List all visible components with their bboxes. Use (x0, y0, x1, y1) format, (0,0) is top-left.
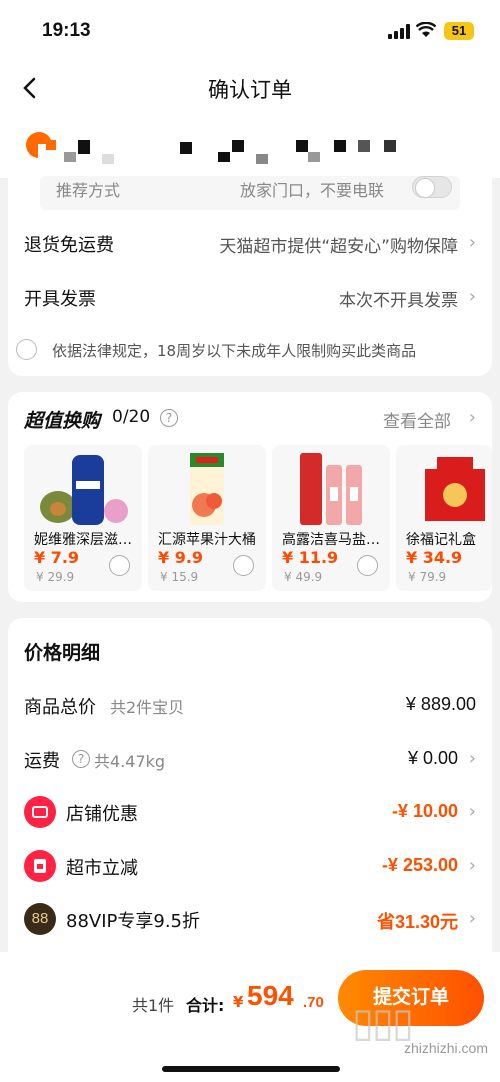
deal-item-price: ¥ 34.9 (406, 548, 463, 567)
status-bar: 19:13 51 (0, 0, 500, 60)
shipping-weight: 共4.47kg (94, 752, 166, 771)
home-indicator[interactable] (162, 1066, 340, 1072)
page-title: 确认订单 (208, 78, 292, 102)
deal-item[interactable]: 汇源苹果汁大桶 ¥ 9.9 ¥ 15.9 (148, 445, 266, 591)
deal-item-name: 汇源苹果汁大桶 (158, 532, 256, 548)
returns-label: 退货免运费 (24, 235, 114, 256)
market-discount-label: 超市立减 (66, 858, 138, 879)
pixel-block (180, 142, 192, 154)
deal-item-price: ¥ 11.9 (282, 548, 339, 567)
pixel-block (64, 152, 76, 162)
pixel-block (358, 140, 370, 152)
chevron-right-icon[interactable]: › (469, 855, 476, 876)
pixel-block (102, 154, 114, 164)
deal-item-original-price: ¥ 49.9 (284, 570, 323, 584)
pixel-block (334, 140, 346, 152)
store-discount-label: 店铺优惠 (66, 804, 138, 825)
deals-count: 0/20 (112, 407, 151, 427)
vip-saving-value[interactable]: 省31.30元 (377, 908, 458, 934)
deal-item-price: ¥ 9.9 (158, 548, 204, 567)
deals-title: 超值换购 (24, 410, 101, 432)
market-discount-value[interactable]: -¥ 253.00 (382, 855, 458, 876)
deal-item-name: 高露洁喜马盐牙膏 (282, 532, 390, 548)
goods-total-value: ¥ 889.00 (405, 694, 476, 714)
help-icon[interactable]: ? (72, 750, 90, 768)
pixel-block (296, 140, 308, 152)
deal-item-original-price: ¥ 79.9 (408, 570, 447, 584)
shipping-label: 运费 (24, 751, 60, 772)
vip-88-icon: 88 (24, 903, 56, 935)
lotion-bottle-icon (40, 455, 128, 525)
ticket-icon (24, 796, 56, 828)
pixel-block (218, 152, 230, 162)
deal-item-original-price: ¥ 15.9 (160, 570, 199, 584)
nav-bar: 确认订单 (0, 60, 500, 116)
pixel-block (46, 140, 56, 150)
gift-box-icon (425, 457, 485, 521)
total-decimal: .70 (303, 994, 324, 1011)
view-all-link[interactable]: 查看全部 (383, 407, 451, 432)
delivery-label: 推荐方式 (56, 181, 121, 200)
shipping-value[interactable]: ¥ 0.00 (408, 748, 458, 769)
pixel-block (308, 152, 320, 162)
deal-item-name: 徐福记礼盒 (406, 532, 476, 548)
delivery-value: 放家门口，不要电联 (240, 181, 385, 200)
vip-discount-label: 88VIP专享9.5折 (66, 911, 201, 932)
store-header (0, 116, 500, 178)
item-count: 共1件 (132, 996, 175, 1015)
chevron-right-icon[interactable]: › (469, 286, 476, 307)
deal-item-select[interactable] (233, 555, 254, 576)
status-time: 19:13 (42, 20, 91, 41)
deal-item-original-price: ¥ 29.9 (36, 570, 75, 584)
deal-item-select[interactable] (357, 555, 378, 576)
signal-icon (388, 24, 410, 39)
returns-value[interactable]: 天猫超市提供“超安心”购物保障 (219, 232, 458, 257)
chevron-right-icon[interactable]: › (469, 232, 476, 253)
help-icon[interactable]: ? (160, 409, 178, 427)
total-label: 合计: (186, 996, 225, 1015)
chevron-right-icon[interactable]: › (469, 748, 476, 769)
pixel-block (78, 140, 90, 154)
deal-item[interactable]: 妮维雅深层滋润乳液 ¥ 7.9 ¥ 29.9 (24, 445, 142, 591)
chevron-right-icon[interactable]: › (469, 407, 476, 428)
chevron-right-icon[interactable]: › (469, 801, 476, 822)
deal-item-select[interactable] (109, 555, 130, 576)
total-currency: ¥ (233, 993, 244, 1011)
deal-item-name: 妮维雅深层滋润乳液 (34, 532, 142, 548)
delivery-toggle[interactable] (412, 176, 452, 198)
legal-notice: 依据法律规定，18周岁以下未成年人限制购买此类商品 (52, 342, 417, 360)
total-amount: 594 (247, 980, 294, 1011)
pixel-block (232, 140, 244, 152)
juice-carton-icon (190, 453, 224, 525)
wifi-icon (416, 22, 436, 37)
age-confirm-radio[interactable] (16, 339, 37, 360)
deal-item[interactable]: 徐福记礼盒 ¥ 34.9 ¥ 79.9 (396, 445, 492, 591)
pixel-block (384, 140, 396, 152)
store-discount-value[interactable]: -¥ 10.00 (392, 801, 458, 822)
discount-tag-icon (24, 850, 56, 882)
pixel-block (256, 154, 268, 164)
deal-item[interactable]: 高露洁喜马盐牙膏 ¥ 11.9 ¥ 49.9 (272, 445, 390, 591)
chevron-right-icon[interactable]: › (469, 908, 476, 929)
invoice-value[interactable]: 本次不开具发票 (339, 286, 458, 311)
invoice-label: 开具发票 (24, 289, 96, 310)
price-detail-title: 价格明细 (24, 642, 101, 664)
watermark-text: zhizhizhi.com (403, 1040, 488, 1056)
toothpaste-icon (300, 453, 362, 525)
goods-count: 共2件宝贝 (110, 698, 185, 717)
goods-total-label: 商品总价 (24, 697, 96, 718)
deal-item-price: ¥ 7.9 (34, 548, 80, 567)
battery-icon: 51 (444, 22, 474, 40)
